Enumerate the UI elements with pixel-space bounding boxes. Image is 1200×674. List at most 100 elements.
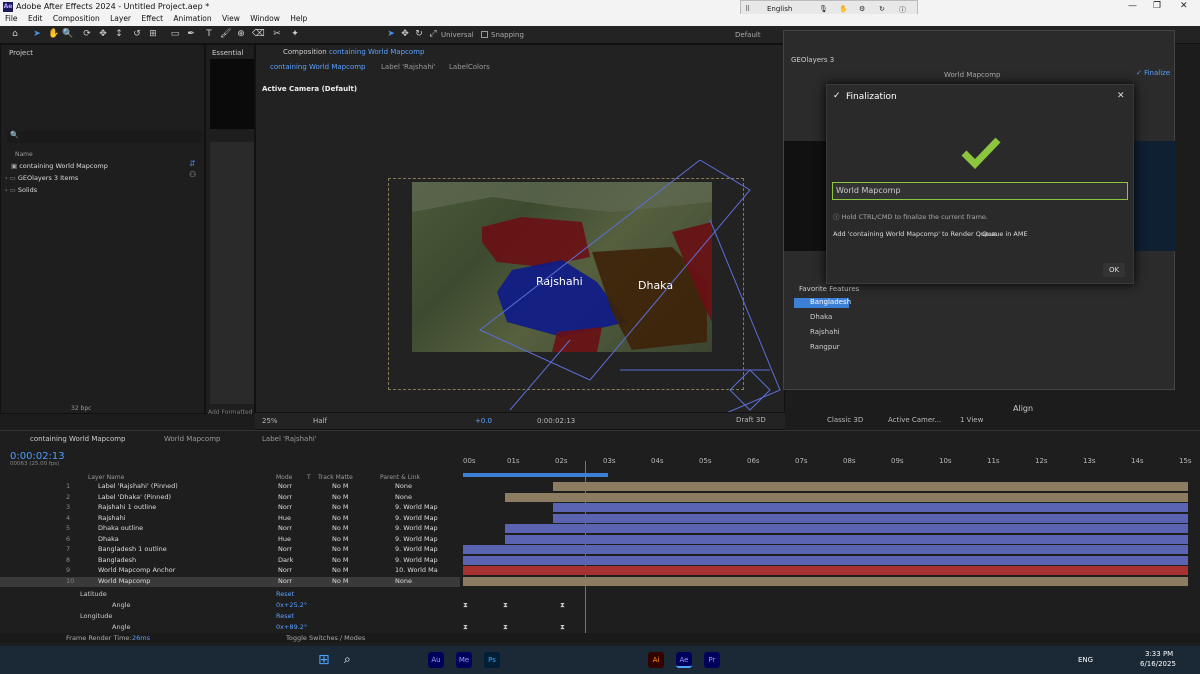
keyframe-icon[interactable]: ⧗	[463, 601, 468, 610]
audition-taskbar-icon[interactable]: Au	[428, 652, 444, 668]
resolution-dropdown[interactable]: Half	[313, 417, 327, 425]
menu-file[interactable]: File	[5, 14, 18, 23]
layer-bar[interactable]	[553, 513, 1188, 523]
move-icon[interactable]: ✥	[400, 29, 410, 39]
latitude-group[interactable]: Latitude	[80, 590, 107, 598]
breadcrumb-comp[interactable]: containing World Mapcomp	[270, 63, 365, 71]
layer-bar[interactable]	[463, 576, 1188, 586]
comp-name-field[interactable]: World Mapcomp	[832, 182, 1128, 200]
workspace-label[interactable]: Default	[735, 31, 761, 39]
type-tool-icon[interactable]: T	[204, 29, 214, 39]
menu-composition[interactable]: Composition	[53, 14, 100, 23]
dolly-tool-icon[interactable]: ↕	[114, 29, 124, 39]
zoom-tool-icon[interactable]: 🔍	[62, 29, 73, 39]
dialog-close-icon[interactable]: ✕	[1117, 91, 1125, 101]
essential-tab[interactable]: Essential	[212, 49, 243, 57]
project-item-folder[interactable]: › ▭ Solids	[5, 186, 37, 196]
views-dropdown[interactable]: 1 View	[960, 416, 983, 424]
longitude-angle-value[interactable]: 0x+89.2°	[276, 623, 307, 631]
clock-date[interactable]: 6/16/2025	[1140, 660, 1176, 668]
pen-tool-icon[interactable]: ✒	[186, 29, 196, 39]
hand-icon[interactable]: ✋	[839, 5, 848, 13]
rotate-tool-icon[interactable]: ↺	[132, 29, 142, 39]
work-area-bar[interactable]	[463, 473, 608, 477]
settings-icon[interactable]: ⚙	[859, 5, 865, 13]
zoom-dropdown[interactable]: 25%	[262, 417, 278, 425]
dependencies-icon[interactable]: ⚇	[189, 170, 196, 179]
footer-timecode[interactable]: 0:00:02:13	[537, 417, 575, 425]
layer-row[interactable]: 9 World Mapcomp Anchor Norr No M 10. World M…	[0, 566, 460, 577]
keyframe-icon[interactable]: ⧗	[463, 623, 468, 632]
layer-row[interactable]: 8 Bangladesh Dark No M 9. World Map	[0, 556, 460, 567]
menu-help[interactable]: Help	[290, 14, 307, 23]
home-icon[interactable]: ⌂	[10, 29, 20, 39]
snapping-checkbox[interactable]	[481, 31, 488, 38]
keyframe-icon[interactable]: ⧗	[560, 601, 565, 610]
menu-animation[interactable]: Animation	[173, 14, 211, 23]
photoshop-taskbar-icon[interactable]: Ps	[484, 652, 500, 668]
menu-layer[interactable]: Layer	[110, 14, 131, 23]
longitude-group[interactable]: Longitude	[80, 612, 112, 620]
renderer2-dropdown[interactable]: Classic 3D	[827, 416, 863, 424]
layer-row[interactable]: 4 Rajshahi Hue No M 9. World Map	[0, 514, 460, 525]
add-to-render-queue-button[interactable]: Add 'containing World Mapcomp' to Render…	[833, 230, 998, 238]
orbit-tool-icon[interactable]: ⟳	[82, 29, 92, 39]
mode-header[interactable]: Mode	[276, 474, 292, 481]
illustrator-taskbar-icon[interactable]: Ai	[648, 652, 664, 668]
breadcrumb-label[interactable]: Label 'Rajshahi'	[381, 63, 436, 71]
refresh-icon[interactable]: ↻	[879, 5, 885, 13]
rectangle-tool-icon[interactable]: ▭	[170, 29, 180, 39]
hand-tool-icon[interactable]: ✋	[48, 29, 59, 39]
layer-bar[interactable]	[463, 545, 1188, 554]
latitude-angle-value[interactable]: 0x+25.2°	[276, 601, 307, 609]
layer-row[interactable]: 2 Label 'Dhaka' (Pinned) Norr No M None	[0, 493, 460, 504]
layer-bar[interactable]	[505, 534, 1188, 544]
menu-view[interactable]: View	[222, 14, 240, 23]
keyframe-icon[interactable]: ⧗	[560, 623, 565, 632]
feature-item-dhaka[interactable]: Dhaka	[810, 313, 832, 321]
layer-bar[interactable]	[505, 492, 1188, 502]
eraser-tool-icon[interactable]: ⌫	[252, 29, 265, 39]
t-header[interactable]: T	[307, 474, 311, 481]
track-matte-header[interactable]: Track Matte	[318, 474, 353, 481]
exposure-value[interactable]: +0.0	[475, 417, 492, 425]
universal-label[interactable]: Universal	[441, 31, 474, 39]
longitude-reset[interactable]: Reset	[276, 612, 294, 620]
layer-row[interactable]: 3 Rajshahi 1 outline Norr No M 9. World Map	[0, 503, 460, 514]
bpc-label[interactable]: 32 bpc	[71, 405, 91, 412]
layer-name-header[interactable]: Layer Name	[88, 474, 124, 481]
timeline-tab-label[interactable]: Label 'Rajshahi'	[262, 435, 317, 443]
puppet-tool-icon[interactable]: ✦	[290, 29, 300, 39]
microphone-icon[interactable]: 🎙	[819, 5, 828, 13]
roto-tool-icon[interactable]: ✂	[272, 29, 282, 39]
layer-row[interactable]: 6 Dhaka Hue No M 9. World Map	[0, 535, 460, 546]
menu-effect[interactable]: Effect	[141, 14, 163, 23]
language-indicator[interactable]: ENG	[1078, 656, 1093, 664]
layer-row[interactable]: 7 Bangladesh 1 outline Norr No M 9. World Ma…	[0, 545, 460, 556]
renderer-dropdown[interactable]: Draft 3D	[736, 416, 766, 424]
favorite-features-header[interactable]: Favorite Features	[799, 285, 859, 293]
project-search-input[interactable]: 🔍	[7, 131, 202, 143]
maximize-button[interactable]: ❐	[1153, 1, 1161, 11]
name-column-header[interactable]: Name	[15, 151, 33, 158]
layer-bar[interactable]	[553, 503, 1188, 512]
feature-item-rangpur[interactable]: Rangpur	[810, 343, 840, 351]
project-tab[interactable]: Project	[9, 49, 33, 57]
close-window-button[interactable]: ✕	[1180, 1, 1188, 11]
keyframe-icon[interactable]: ⧗	[503, 623, 508, 632]
ok-button[interactable]: OK	[1103, 263, 1125, 277]
finalize-button[interactable]: ✓ Finalize	[1136, 69, 1170, 77]
queue-in-ame-button[interactable]: Queue in AME	[982, 230, 1028, 238]
minimize-button[interactable]: —	[1128, 1, 1137, 11]
layer-row[interactable]: 10 World Mapcomp Norr No M None	[0, 576, 460, 587]
language-label[interactable]: English	[767, 5, 792, 13]
project-item-folder[interactable]: › ▭ GEOlayers 3 Items	[5, 174, 78, 184]
layer-bar[interactable]	[553, 482, 1188, 491]
toggle-switches-button[interactable]: Toggle Switches / Modes	[286, 634, 365, 642]
layer-bar[interactable]	[463, 566, 1188, 575]
layer-bar[interactable]	[463, 555, 1188, 565]
feature-item-bangladesh[interactable]: Bangladesh	[794, 298, 851, 308]
pan-tool-icon[interactable]: ✥	[98, 29, 108, 39]
brush-tool-icon[interactable]: 🖌	[220, 29, 231, 39]
universal-arrow-icon[interactable]: ➤	[386, 29, 396, 39]
